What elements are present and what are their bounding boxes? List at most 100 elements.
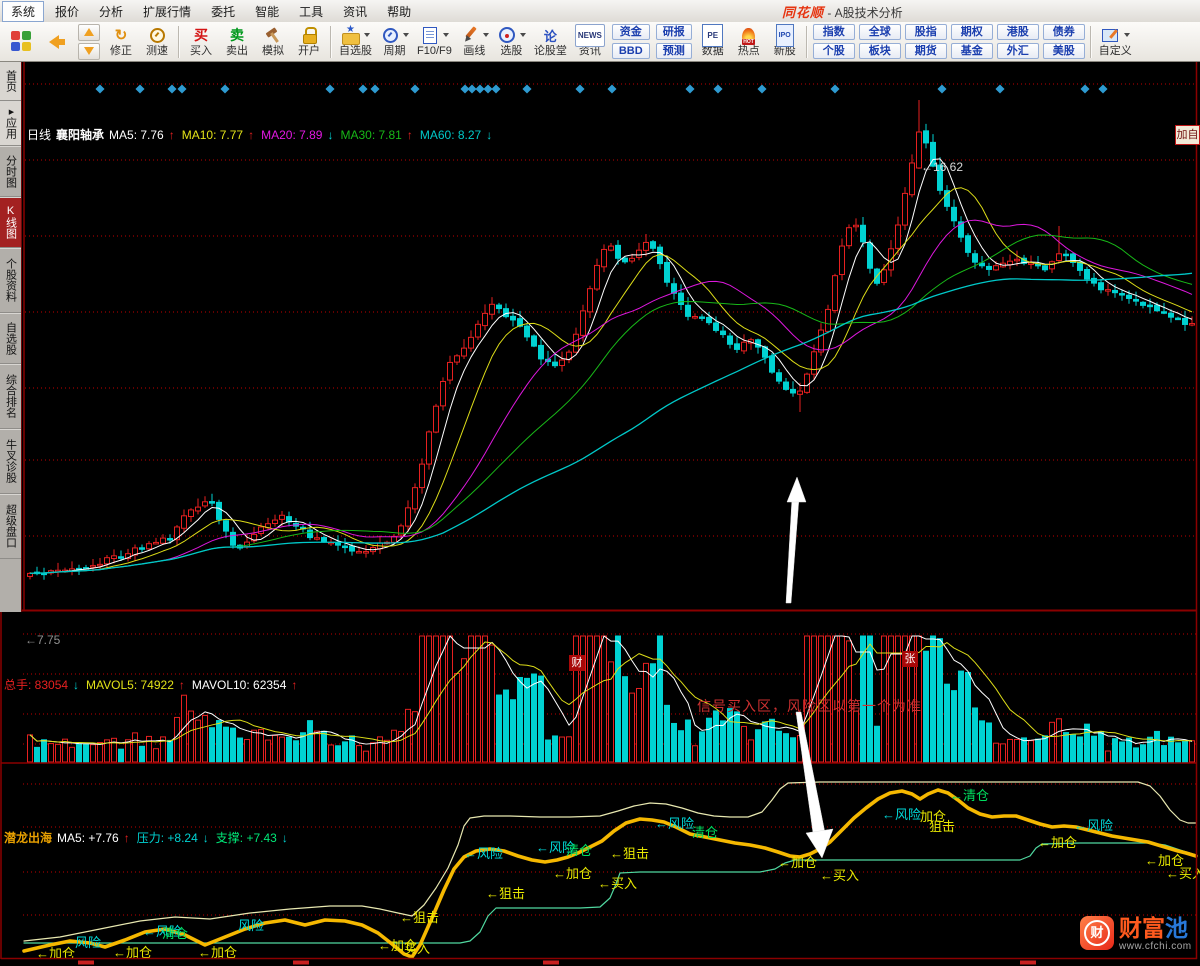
toolbar-button-预测[interactable]: 预测 bbox=[655, 43, 692, 59]
menu-item-资讯[interactable]: 资讯 bbox=[334, 1, 376, 22]
menu-item-帮助[interactable]: 帮助 bbox=[378, 1, 420, 22]
toolbar-button-论股堂[interactable]: 论论股堂 bbox=[530, 23, 571, 61]
volume-bar bbox=[1091, 735, 1097, 763]
diamond-marker bbox=[167, 84, 177, 94]
candle bbox=[258, 526, 264, 534]
menu-item-智能[interactable]: 智能 bbox=[246, 1, 288, 22]
vheader-value-1: MAVOL5: 74922 bbox=[86, 678, 174, 692]
toolbar-button-自定义[interactable]: 自定义 bbox=[1095, 23, 1136, 61]
volume-bar bbox=[622, 676, 628, 763]
market-button-期货[interactable]: 期货 bbox=[904, 43, 947, 59]
volume-bar bbox=[1140, 744, 1146, 763]
chart-area[interactable]: ←风险 清仓 风险 ←加仓 ←加仓 ←加仓 风险 ←狙击 ←加仓 买入 ←风险 ←风险 清仓 ←狙击 ←加仓… bbox=[0, 62, 1200, 966]
signal-label: 风险 bbox=[238, 918, 264, 933]
scroll-down-button[interactable] bbox=[78, 42, 100, 60]
candle bbox=[902, 192, 908, 226]
borders-layer bbox=[0, 62, 1198, 960]
toolbar-button-测速[interactable]: 测速 bbox=[139, 23, 175, 61]
market-button-个股[interactable]: 个股 bbox=[812, 43, 855, 59]
chevron-down-icon bbox=[364, 33, 370, 40]
sidebar-tab-应用[interactable]: ▶ 应用 bbox=[0, 101, 21, 146]
market-button-股指[interactable]: 股指 bbox=[904, 24, 947, 40]
toolbar-button-模拟[interactable]: 模拟 bbox=[255, 23, 291, 61]
menu-item-报价[interactable]: 报价 bbox=[46, 1, 88, 22]
volume-bar bbox=[1119, 741, 1125, 763]
ths-logo-button[interactable] bbox=[3, 23, 39, 61]
volume-bar bbox=[34, 746, 40, 763]
candle bbox=[419, 463, 425, 489]
toolbar-button-画线[interactable]: 画线 bbox=[456, 23, 493, 61]
menu-item-委托[interactable]: 委托 bbox=[202, 1, 244, 22]
sidebar-tab-自选股[interactable]: 自选股 bbox=[0, 313, 21, 364]
volume-bar bbox=[1056, 718, 1062, 763]
toolbar-button-研报[interactable]: 研报 bbox=[655, 24, 692, 40]
market-button-外汇[interactable]: 外汇 bbox=[996, 43, 1039, 59]
volume-bar bbox=[69, 746, 75, 763]
toolbar-button-修正[interactable]: ↻ 修正 bbox=[103, 23, 139, 61]
menu-item-扩展行情[interactable]: 扩展行情 bbox=[134, 1, 200, 22]
candle bbox=[167, 538, 173, 541]
volume-bar bbox=[328, 744, 334, 763]
toolbar-button-自选股[interactable]: 自选股 bbox=[335, 23, 376, 61]
toolbar-button-label: 测速 bbox=[146, 45, 168, 57]
volume-bar bbox=[202, 714, 208, 763]
volume-bar bbox=[776, 730, 782, 763]
diamond-marker bbox=[830, 84, 840, 94]
back-arrow-icon bbox=[47, 33, 67, 50]
sidebar-tab-首页[interactable]: 首页 bbox=[0, 62, 21, 101]
volume-bar bbox=[734, 711, 740, 763]
volume-bar bbox=[587, 635, 593, 763]
toolbar-button-数据[interactable]: PE 数据 bbox=[695, 23, 731, 61]
signal-label: ←加仓 bbox=[778, 855, 817, 870]
candle bbox=[1084, 269, 1090, 280]
market-button-全球[interactable]: 全球 bbox=[858, 24, 901, 40]
toolbar-button-新股[interactable]: IPO 新股 bbox=[767, 23, 803, 61]
toolbar-button-热点[interactable]: 热点 bbox=[731, 23, 767, 61]
toolbar-button-周期[interactable]: 周期 bbox=[376, 23, 413, 61]
volume-bar bbox=[230, 727, 236, 763]
toolbar-button-F10/F9[interactable]: F10/F9 bbox=[413, 23, 456, 61]
toolbar-button-选股[interactable]: 选股 bbox=[493, 23, 530, 61]
menu-item-工具[interactable]: 工具 bbox=[290, 1, 332, 22]
sidebar-tab-分时图[interactable]: 分时图 bbox=[0, 146, 21, 197]
candle bbox=[405, 507, 411, 527]
sidebar-tab-综合排名[interactable]: 综合排名 bbox=[0, 364, 21, 429]
scroll-up-button[interactable] bbox=[78, 23, 100, 41]
sidebar-tab-个股资料[interactable]: 个股资料 bbox=[0, 248, 21, 313]
candle bbox=[727, 335, 733, 345]
toolbar-button-资讯[interactable]: NEWS 资讯 bbox=[571, 23, 609, 61]
sidebar-tab-K线图[interactable]: K线图 bbox=[0, 197, 21, 248]
ma-lines-layer bbox=[29, 158, 1193, 575]
sidebar-tab-牛叉诊股[interactable]: 牛叉诊股 bbox=[0, 429, 21, 494]
market-button-港股[interactable]: 港股 bbox=[996, 24, 1039, 40]
volume-bar bbox=[293, 740, 299, 763]
volume-bar bbox=[545, 739, 551, 763]
volume-bar bbox=[650, 663, 656, 763]
toolbar-button-资金[interactable]: 资金 bbox=[611, 24, 650, 40]
volume-bar bbox=[993, 742, 999, 763]
candle bbox=[909, 162, 915, 196]
market-button-期权[interactable]: 期权 bbox=[950, 24, 993, 40]
add-to-watchlist-button[interactable]: 加自 bbox=[1175, 125, 1200, 145]
market-button-板块[interactable]: 板块 bbox=[858, 43, 901, 59]
market-button-债券[interactable]: 债券 bbox=[1042, 24, 1085, 40]
period-label[interactable]: 日线 bbox=[27, 128, 51, 142]
volume-bar bbox=[83, 743, 89, 763]
volume-bar bbox=[1007, 738, 1013, 763]
menu-item-系统[interactable]: 系统 bbox=[2, 0, 45, 22]
diamond-marker bbox=[95, 84, 105, 94]
market-button-美股[interactable]: 美股 bbox=[1042, 43, 1085, 59]
market-button-指数[interactable]: 指数 bbox=[812, 24, 855, 40]
volume-bar bbox=[216, 720, 222, 763]
toolbar-button-卖出[interactable]: 卖卖出 bbox=[219, 23, 255, 61]
market-button-基金[interactable]: 基金 bbox=[950, 43, 993, 59]
menu-item-分析[interactable]: 分析 bbox=[90, 1, 132, 22]
candle bbox=[1035, 263, 1041, 267]
toolbar-button-开户[interactable]: 开户 bbox=[291, 23, 327, 61]
volume-bar bbox=[720, 720, 726, 763]
toolbar-button-back-arrow-icon[interactable] bbox=[39, 23, 75, 61]
toolbar-button-买入[interactable]: 买买入 bbox=[183, 23, 219, 61]
sidebar-tab-超级盘口[interactable]: 超级盘口 bbox=[0, 494, 21, 559]
toolbar-button-BBD[interactable]: BBD bbox=[611, 43, 650, 59]
candlestick-layer[interactable] bbox=[27, 100, 1195, 580]
